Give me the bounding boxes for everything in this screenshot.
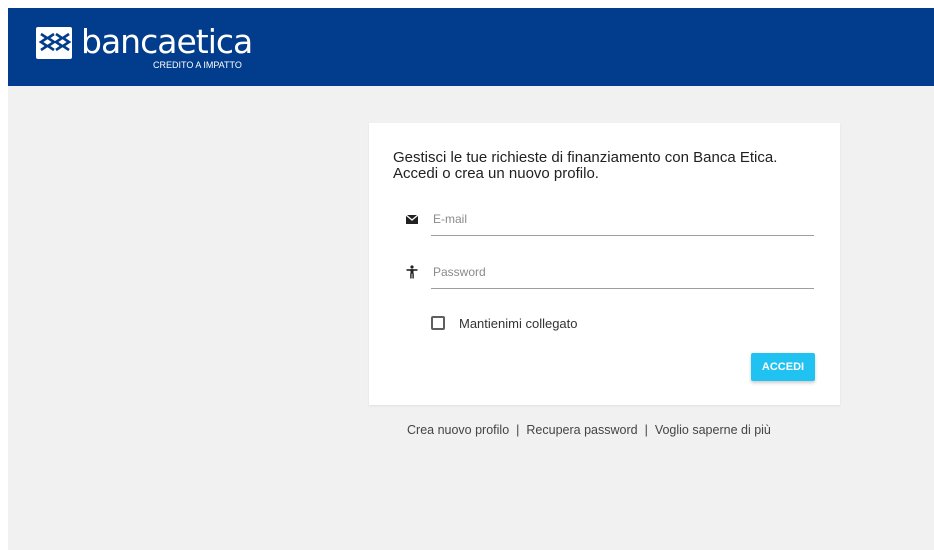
email-field [393, 202, 816, 238]
link-separator: | [516, 423, 520, 437]
recover-password-link[interactable]: Recupera password [526, 423, 637, 437]
brand-tagline: CREDITO A IMPATTO [153, 60, 242, 70]
login-button[interactable]: ACCEDI [751, 353, 815, 381]
intro-text: Gestisci le tue richieste di finanziamen… [393, 150, 833, 182]
link-separator: | [644, 423, 648, 437]
header-bar: bancaetica CREDITO A IMPATTO [8, 8, 934, 86]
intro-line-1: Gestisci le tue richieste di finanziamen… [393, 149, 778, 166]
remember-me-option[interactable]: Mantienimi collegato [431, 315, 631, 335]
brand-name: bancaetica [81, 22, 253, 61]
envelope-icon [405, 212, 419, 226]
learn-more-link[interactable]: Voglio saperne di più [655, 423, 771, 437]
login-card: Gestisci le tue richieste di finanziamen… [369, 123, 840, 405]
page: bancaetica CREDITO A IMPATTO Gestisci le… [8, 8, 934, 550]
person-icon [405, 265, 419, 279]
remember-me-label: Mantienimi collegato [459, 316, 578, 331]
remember-me-checkbox[interactable] [431, 316, 445, 330]
bancaetica-logo[interactable]: bancaetica CREDITO A IMPATTO [36, 22, 276, 74]
brand-mark-icon [36, 27, 72, 59]
create-profile-link[interactable]: Crea nuovo profilo [407, 423, 509, 437]
password-field [393, 255, 816, 291]
intro-line-2: Accedi o crea un nuovo profilo. [393, 165, 599, 182]
email-input[interactable] [431, 202, 814, 236]
password-input[interactable] [431, 255, 814, 289]
footer-links: Crea nuovo profilo | Recupera password | Vog… [407, 423, 771, 437]
